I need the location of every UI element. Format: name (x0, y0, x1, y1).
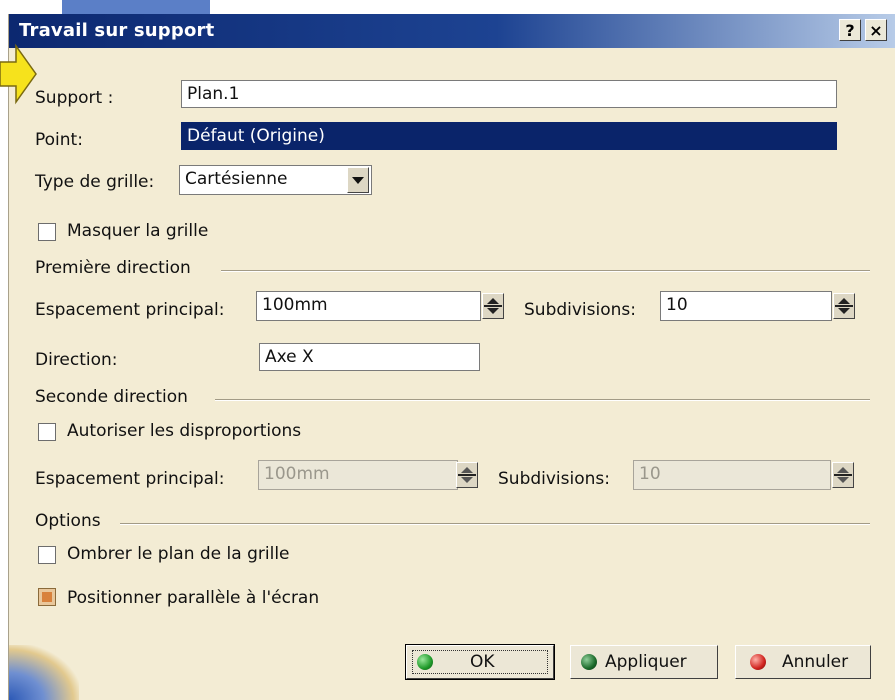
hide-grid-label: Masquer la grille (67, 221, 209, 241)
options-group: Options (35, 511, 870, 531)
cancel-label: Annuler (782, 652, 849, 672)
dialog-title: Travail sur support (19, 20, 215, 41)
dark-green-ball-icon (581, 654, 597, 670)
help-button[interactable]: ? (839, 19, 861, 41)
first-subdiv-input[interactable]: 10 (660, 291, 832, 321)
options-label: Options (35, 511, 101, 531)
first-spacing-spinner[interactable] (482, 293, 504, 319)
close-button[interactable]: × (865, 19, 887, 41)
second-spacing-spinner[interactable] (456, 462, 478, 488)
first-subdiv-label: Subdivisions: (524, 300, 636, 320)
apply-label: Appliquer (605, 652, 687, 672)
first-spacing-input[interactable]: 100mm (256, 291, 481, 321)
support-field[interactable]: Plan.1 (181, 80, 837, 108)
allow-disproportion-checkbox[interactable] (38, 423, 56, 441)
allow-disproportion-label: Autoriser les disproportions (67, 421, 302, 441)
ok-button[interactable]: OK (405, 644, 555, 680)
first-spacing-label: Espacement principal: (35, 300, 225, 320)
work-on-support-dialog: Travail sur support ? × Support : Plan.1… (8, 14, 895, 700)
second-spacing-input[interactable]: 100mm (258, 460, 458, 490)
support-label: Support : (35, 88, 114, 108)
red-ball-icon (750, 654, 766, 670)
second-direction-group: Seconde direction (35, 387, 870, 407)
first-subdiv-spinner[interactable] (833, 293, 855, 319)
shade-grid-checkbox[interactable] (38, 546, 56, 564)
green-ball-icon (417, 654, 433, 670)
second-spacing-label: Espacement principal: (35, 469, 225, 489)
shade-grid-label: Ombrer le plan de la grille (67, 544, 290, 564)
second-subdiv-spinner[interactable] (832, 462, 854, 488)
hide-grid-checkbox[interactable] (38, 223, 56, 241)
point-field[interactable]: Défaut (Origine) (181, 122, 837, 150)
grid-type-value: Cartésienne (185, 169, 288, 189)
second-subdiv-input[interactable]: 10 (633, 460, 831, 490)
pointer-arrow-icon (0, 43, 37, 105)
first-direction-label: Première direction (35, 258, 191, 278)
second-subdiv-label: Subdivisions: (498, 469, 610, 489)
cancel-button[interactable]: Annuler (735, 645, 871, 679)
group-divider (120, 523, 870, 525)
direction-field[interactable]: Axe X (259, 343, 480, 371)
ok-label: OK (470, 652, 495, 672)
grid-type-label: Type de grille: (35, 172, 155, 192)
apply-button[interactable]: Appliquer (570, 645, 718, 679)
group-divider (221, 270, 870, 272)
decorative-logo-corner (9, 645, 79, 700)
chevron-down-icon[interactable] (347, 167, 369, 193)
point-label: Point: (35, 130, 83, 150)
background-tab (62, 0, 210, 14)
parallel-screen-checkbox[interactable] (38, 588, 56, 606)
parallel-screen-label: Positionner parallèle à l'écran (67, 588, 320, 608)
first-direction-group: Première direction (35, 258, 870, 278)
title-bar[interactable]: Travail sur support ? × (9, 14, 895, 48)
direction-label: Direction: (35, 350, 118, 370)
second-direction-label: Seconde direction (35, 387, 188, 407)
group-divider (215, 399, 870, 401)
grid-type-combo[interactable]: Cartésienne (179, 165, 372, 195)
